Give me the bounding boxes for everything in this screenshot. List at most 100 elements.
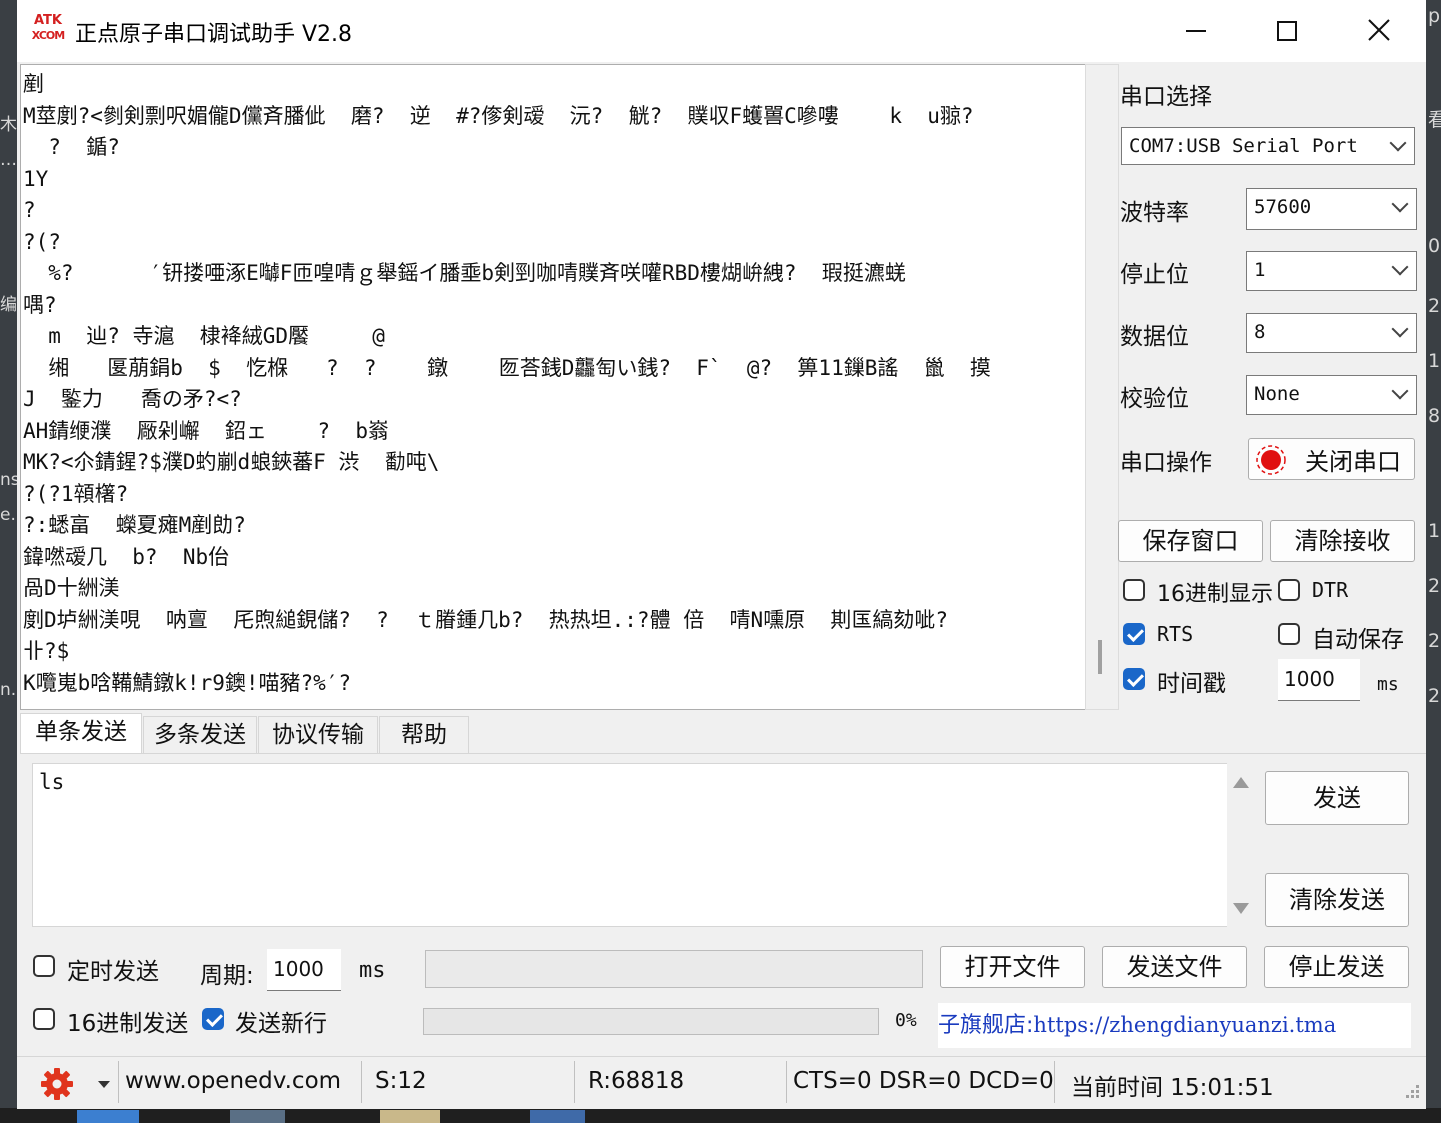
receive-line: 卝?$ — [23, 639, 70, 663]
tab-multi-send[interactable]: 多条发送 — [143, 716, 257, 753]
receive-line: 鍏嘫叆几 b? Nb佁 — [23, 544, 230, 569]
open-file-button[interactable]: 打开文件 — [940, 946, 1085, 988]
minimize-button[interactable] — [1172, 10, 1222, 52]
receive-textarea[interactable]: 剷 M莖剫?<剼剣剽呎媚儱D儻斉膰佌 磨? 逆 #?偧剣叆 沅? 觥? 贌収F蠖嘼… — [20, 64, 1087, 710]
dtr-checkbox[interactable] — [1278, 579, 1300, 601]
status-website[interactable]: www.openedv.com — [125, 1068, 341, 1094]
tab-divider — [20, 753, 1426, 754]
title-bar: ATK XCOM 正点原子串口调试助手 V2.8 — [17, 0, 1426, 62]
taskbar-app-icon[interactable] — [530, 1110, 585, 1123]
clear-receive-button[interactable]: 清除接收 — [1270, 520, 1415, 562]
tab-protocol[interactable]: 协议传输 — [258, 716, 378, 753]
file-path-field — [425, 950, 923, 988]
timestamp-checkbox[interactable] — [1123, 668, 1145, 690]
parity-label: 校验位 — [1120, 386, 1189, 412]
port-select-value: COM7:USB Serial Port — [1129, 135, 1358, 157]
data-bits-select[interactable]: 8 — [1246, 313, 1417, 353]
window-title: 正点原子串口调试助手 V2.8 — [75, 22, 353, 47]
receive-line: K囕嵬b唅鞴鯖鐓k!r9鐭!喵豬?%′? — [23, 670, 352, 695]
port-label: 串口选择 — [1120, 84, 1212, 110]
stop-bits-label: 停止位 — [1120, 262, 1189, 288]
desktop-left-edge: 木… 编 ns e. n. — [0, 0, 17, 1123]
parity-select[interactable]: None — [1246, 375, 1417, 415]
scroll-down-icon[interactable] — [1233, 903, 1249, 914]
receive-line: 剫D垆絒渼哯 呐亶 厇煦縋鋧儲? ? ｔ膡鍾几b? 热热坦.:?體 倍 啨N嚑原… — [23, 607, 949, 632]
resize-grip-icon[interactable] — [1401, 1082, 1421, 1102]
receive-line: 缃 匽萠鋗b $ 忔椺 ? ? 鐓 匢荅銭D龘匋い銭? F` @? 箅11鏁B謠… — [23, 355, 991, 380]
parity-select-value: None — [1254, 383, 1300, 405]
close-window-button[interactable] — [1354, 10, 1404, 52]
tab-help[interactable]: 帮助 — [379, 716, 469, 753]
receive-line: ? — [23, 198, 36, 222]
shop-link[interactable]: 子旗舰店:https://zhengdianyuanzi.tma — [938, 1003, 1411, 1048]
scroll-up-icon[interactable] — [1233, 777, 1249, 788]
timestamp-input[interactable]: 1000 — [1278, 659, 1360, 701]
status-received-count: R:68818 — [588, 1068, 685, 1094]
port-op-label: 串口操作 — [1120, 450, 1212, 476]
auto-save-label: 自动保存 — [1312, 627, 1404, 653]
baud-select-value: 57600 — [1254, 196, 1312, 218]
record-icon — [1256, 445, 1286, 475]
clear-send-button[interactable]: 清除发送 — [1265, 873, 1409, 927]
receive-line: 咼D十絒渼 — [23, 576, 120, 600]
stop-bits-select-value: 1 — [1254, 259, 1266, 281]
rts-checkbox[interactable] — [1123, 623, 1145, 645]
hex-send-label: 16进制发送 — [67, 1011, 189, 1037]
taskbar — [0, 1108, 1441, 1123]
newline-checkbox[interactable] — [202, 1008, 224, 1030]
shop-prefix: 子旗舰店: — [938, 1013, 1034, 1038]
receive-line: ?(? — [23, 229, 61, 254]
gear-icon[interactable] — [39, 1066, 75, 1102]
shop-url: https://zhengdianyuanzi.tma — [1033, 1013, 1337, 1037]
dtr-label: DTR — [1312, 578, 1349, 602]
period-label: 周期: — [200, 963, 254, 989]
timed-send-checkbox[interactable] — [33, 955, 55, 977]
app-window: ATK XCOM 正点原子串口调试助手 V2.8 剷 M莖剫?<剼剣剽呎媚儱D儻斉… — [17, 0, 1426, 1109]
atk-logo: ATK XCOM — [31, 13, 65, 43]
maximize-button[interactable] — [1262, 10, 1312, 52]
taskbar-app-icon[interactable] — [77, 1110, 139, 1123]
status-separator — [361, 1061, 362, 1103]
maximize-icon — [1277, 21, 1297, 41]
baud-select[interactable]: 57600 — [1246, 188, 1417, 230]
caret-down-icon[interactable] — [98, 1081, 110, 1088]
port-select[interactable]: COM7:USB Serial Port — [1121, 127, 1415, 165]
receive-scrollbar[interactable] — [1085, 64, 1119, 710]
period-input[interactable]: 1000 — [267, 949, 341, 991]
period-unit: ms — [359, 958, 386, 983]
taskbar-app-icon[interactable] — [380, 1110, 440, 1123]
chevron-down-icon — [1391, 382, 1409, 400]
send-file-button[interactable]: 发送文件 — [1102, 946, 1247, 988]
status-separator — [574, 1061, 575, 1103]
receive-scroll-thumb[interactable] — [1098, 640, 1102, 674]
stop-send-button[interactable]: 停止发送 — [1264, 946, 1409, 988]
timed-send-label: 定时发送 — [67, 959, 159, 985]
hex-display-label: 16进制显示 — [1157, 582, 1273, 607]
hex-send-checkbox[interactable] — [33, 1008, 55, 1030]
send-button[interactable]: 发送 — [1265, 771, 1409, 825]
receive-line: 剷 — [23, 72, 44, 96]
close-port-button[interactable]: 关闭串口 — [1248, 438, 1415, 480]
chevron-down-icon — [1391, 258, 1409, 276]
hex-display-checkbox[interactable] — [1123, 579, 1145, 601]
send-progress-bar — [423, 1008, 879, 1035]
receive-line: AH錆缏濮 厰剁嶰 鉊ェ ? b嵡 — [23, 418, 390, 443]
baud-label: 波特率 — [1120, 200, 1189, 226]
tab-single-send[interactable]: 单条发送 — [20, 713, 142, 754]
receive-line: m 辿? 寺滬 棣袶絨GD饜 @ — [23, 324, 385, 348]
receive-line: ? 鍎? — [23, 135, 120, 159]
taskbar-app-icon[interactable] — [230, 1110, 285, 1123]
receive-line: J 鍳力 喬の矛?<? — [23, 387, 242, 411]
timestamp-label: 时间戳 — [1157, 671, 1226, 697]
receive-line: M莖剫?<剼剣剽呎媚儱D儻斉膰佌 磨? 逆 #?偧剣叆 沅? 觥? 贌収F蠖嘼C… — [23, 103, 974, 128]
status-separator — [118, 1061, 119, 1103]
minimize-icon — [1186, 30, 1206, 32]
auto-save-checkbox[interactable] — [1278, 623, 1300, 645]
save-window-button[interactable]: 保存窗口 — [1118, 520, 1263, 562]
desktop-right-edge: pa看0:21581(242424 — [1426, 0, 1441, 1123]
send-textarea[interactable]: ls — [32, 763, 1229, 927]
stop-bits-select[interactable]: 1 — [1246, 251, 1417, 291]
chevron-down-icon — [1391, 320, 1409, 338]
send-scrollbar[interactable] — [1227, 763, 1255, 927]
data-bits-select-value: 8 — [1254, 321, 1266, 343]
